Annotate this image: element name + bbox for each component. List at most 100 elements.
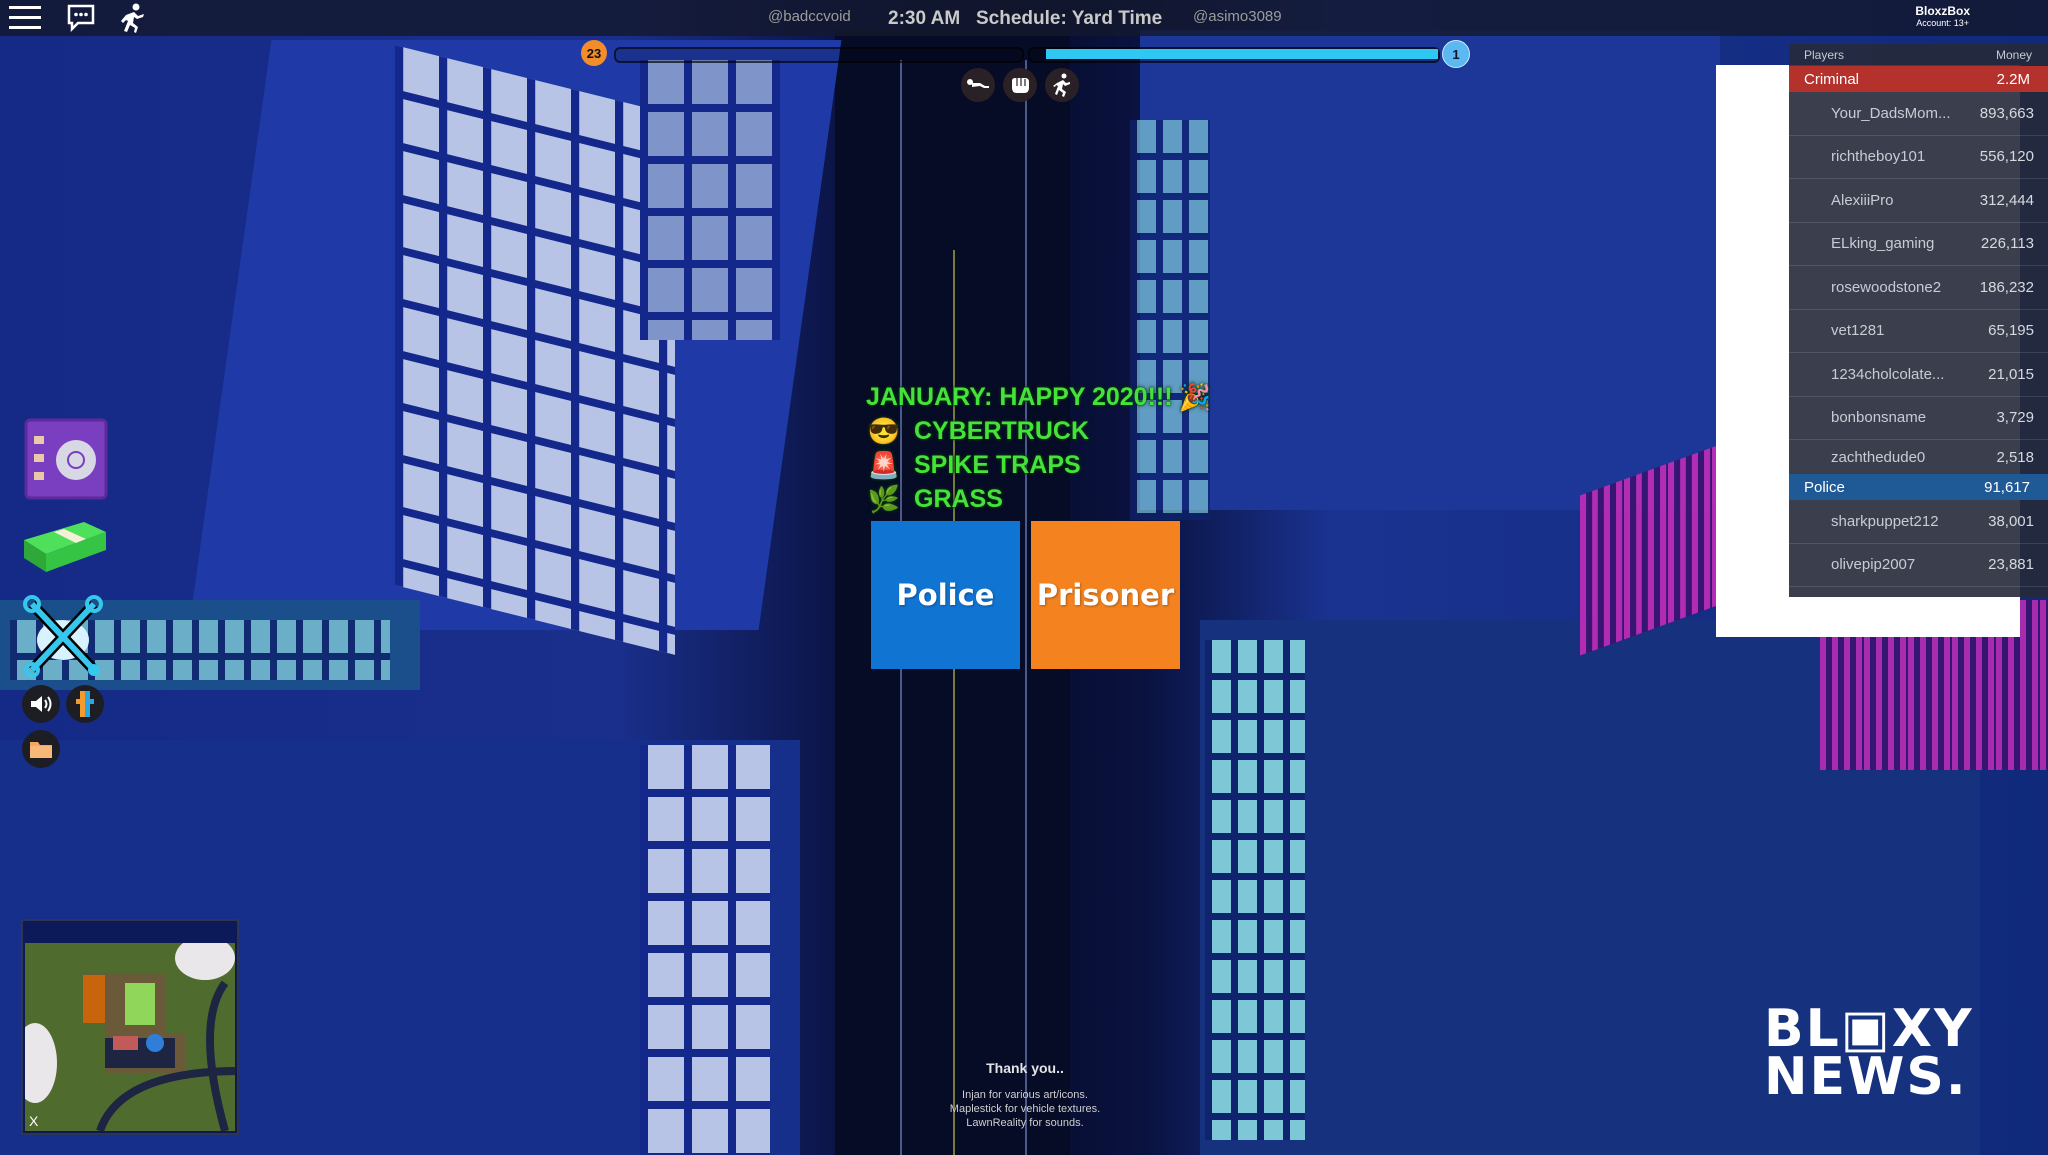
running-person-icon[interactable] — [1045, 68, 1079, 102]
player-row[interactable]: 1234cholcolate... 21,015 — [1789, 353, 2048, 397]
announcement-item: 😎 CYBERTRUCK — [866, 414, 1211, 448]
credits-line: LawnReality for sounds. — [966, 1117, 1084, 1129]
sunglasses-face-icon: 😎 — [867, 416, 901, 446]
announcement-item: 🚨 SPIKE TRAPS — [866, 448, 1211, 482]
folder-icon[interactable] — [22, 730, 60, 768]
prisoner-team-button[interactable]: Prisoner — [1031, 521, 1180, 669]
prisoner-bar-track — [614, 47, 1024, 63]
leaderboard-header: Players Money — [1789, 44, 2048, 66]
player-money: 65,195 — [1988, 322, 2034, 340]
player-money: 23,881 — [1988, 556, 2034, 574]
player-name: olivepip2007 — [1831, 556, 1916, 574]
player-money: 312,444 — [1979, 191, 2034, 209]
police-bar-fill — [1046, 49, 1438, 59]
leaderboard: Players Money Criminal 2.2M Your_DadsMom… — [1789, 44, 2048, 597]
building-windows — [640, 745, 770, 1155]
player-name: ELking_gaming — [1831, 235, 1935, 253]
credits: Thank you.. Injan for various art/icons.… — [900, 1060, 1150, 1130]
player-row[interactable]: rosewoodstone2 186,232 — [1789, 266, 2048, 310]
player-row[interactable]: bonbonsname 3,729 — [1789, 397, 2048, 440]
herb-icon: 🌿 — [867, 484, 901, 514]
crawl-icon[interactable] — [961, 68, 995, 102]
bloxy-news-watermark: BL▣XY NEWS. — [1764, 999, 1974, 1107]
player-name: richtheboy101 — [1831, 148, 1926, 166]
player-name: 1234cholcolate... — [1831, 365, 1945, 383]
minimap-close-button[interactable]: X — [29, 1113, 38, 1129]
minimap-terrain — [25, 943, 235, 1131]
schedule-label: Schedule: Yard Time — [976, 8, 1163, 29]
building-windows — [395, 45, 675, 655]
team-total: 91,617 — [1984, 478, 2030, 496]
speaker-icon[interactable] — [22, 685, 60, 723]
player-name: vet1281 — [1831, 322, 1885, 340]
players-column-header: Players — [1804, 48, 1845, 62]
announcement-item-label: GRASS — [914, 485, 1003, 513]
player-row[interactable]: ELking_gaming 226,113 — [1789, 223, 2048, 266]
building-windows — [1205, 640, 1305, 1140]
police-team-button[interactable]: Police — [871, 521, 1020, 669]
announcement-item-label: SPIKE TRAPS — [914, 451, 1081, 479]
player-money: 556,120 — [1979, 148, 2034, 166]
money-column-header: Money — [1995, 48, 2032, 62]
cash-stack-icon[interactable] — [20, 512, 110, 583]
announcement-item: 🌿 GRASS — [866, 482, 1211, 516]
watermark-line-1: BL▣XY — [1764, 999, 1974, 1059]
player-money: 3,729 — [1996, 409, 2034, 427]
announcement-item-label: CYBERTRUCK — [914, 417, 1089, 445]
building-windows — [640, 60, 780, 340]
credits-line: Injan for various art/icons. — [962, 1089, 1088, 1101]
player-row[interactable]: Your_DadsMom... 893,663 — [1789, 92, 2048, 136]
minimap[interactable]: X — [21, 919, 239, 1135]
game-clock: 2:30 AM — [888, 8, 961, 29]
player-name: Your_DadsMom... — [1831, 104, 1951, 122]
prisoner-count-badge: 23 — [581, 40, 607, 66]
team-name: Criminal — [1804, 70, 1860, 88]
watermark-line-2: NEWS. — [1764, 1047, 1968, 1107]
player-row[interactable]: richtheboy101 556,120 — [1789, 136, 2048, 179]
announcement-title-row: JANUARY: HAPPY 2020!!! 🎉 — [866, 380, 1211, 414]
player-money: 893,663 — [1979, 104, 2034, 122]
player-name: rosewoodstone2 — [1831, 278, 1942, 296]
team-header-criminal[interactable]: Criminal 2.2M — [1789, 66, 2048, 92]
road-marking — [1025, 60, 1027, 1155]
party-popper-icon: 🎉 — [1178, 382, 1211, 412]
account-info: BloxzBox Account: 13+ — [1915, 4, 1970, 28]
player-row[interactable]: olivepip2007 23,881 — [1789, 544, 2048, 587]
account-age: Account: 13+ — [1916, 18, 1970, 28]
player-money: 186,232 — [1979, 278, 2034, 296]
leaderboard-scroll-area[interactable] — [1789, 587, 2048, 597]
account-name: BloxzBox — [1915, 4, 1970, 18]
team-header-police[interactable]: Police 91,617 — [1789, 474, 2048, 500]
credits-line: Maplestick for vehicle textures. — [949, 1103, 1101, 1115]
action-buttons — [961, 68, 1079, 102]
left-player-tag: @badccvoid — [768, 8, 851, 25]
player-row[interactable]: zachthedude0 2,518 — [1789, 440, 2048, 474]
player-money: 2,518 — [1996, 448, 2034, 466]
right-player-tag: @asimo3089 — [1193, 8, 1282, 25]
team-figure-icon[interactable] — [66, 685, 104, 723]
player-name: bonbonsname — [1831, 409, 1927, 427]
player-row[interactable]: sharkpuppet212 38,001 — [1789, 500, 2048, 544]
chat-bubble-icon[interactable] — [64, 2, 98, 34]
running-figure-icon[interactable] — [116, 2, 150, 34]
top-bar: @badccvoid 2:30 AM Schedule: Yard Time @… — [0, 0, 2048, 36]
player-money: 21,015 — [1988, 365, 2034, 383]
player-row[interactable]: vet1281 65,195 — [1789, 310, 2048, 353]
police-count-badge: 1 — [1442, 40, 1470, 68]
player-money: 226,113 — [1980, 235, 2034, 253]
player-money: 38,001 — [1988, 512, 2034, 530]
fist-icon[interactable] — [1003, 68, 1037, 102]
player-row[interactable]: AlexiiiPro 312,444 — [1789, 179, 2048, 223]
credits-title: Thank you.. — [986, 1060, 1064, 1076]
player-name: sharkpuppet212 — [1831, 512, 1939, 530]
player-name: AlexiiiPro — [1831, 191, 1894, 209]
crossed-wrenches-icon[interactable] — [20, 594, 106, 685]
team-total: 2.2M — [1996, 70, 2030, 88]
hamburger-menu-icon[interactable] — [8, 2, 42, 34]
team-name: Police — [1804, 478, 1845, 496]
announcement-title: JANUARY: HAPPY 2020!!! — [866, 383, 1173, 411]
siren-light-icon: 🚨 — [867, 450, 901, 480]
player-name: zachthedude0 — [1831, 448, 1926, 466]
safe-icon[interactable] — [20, 416, 110, 507]
building-top-right — [1140, 30, 1720, 510]
